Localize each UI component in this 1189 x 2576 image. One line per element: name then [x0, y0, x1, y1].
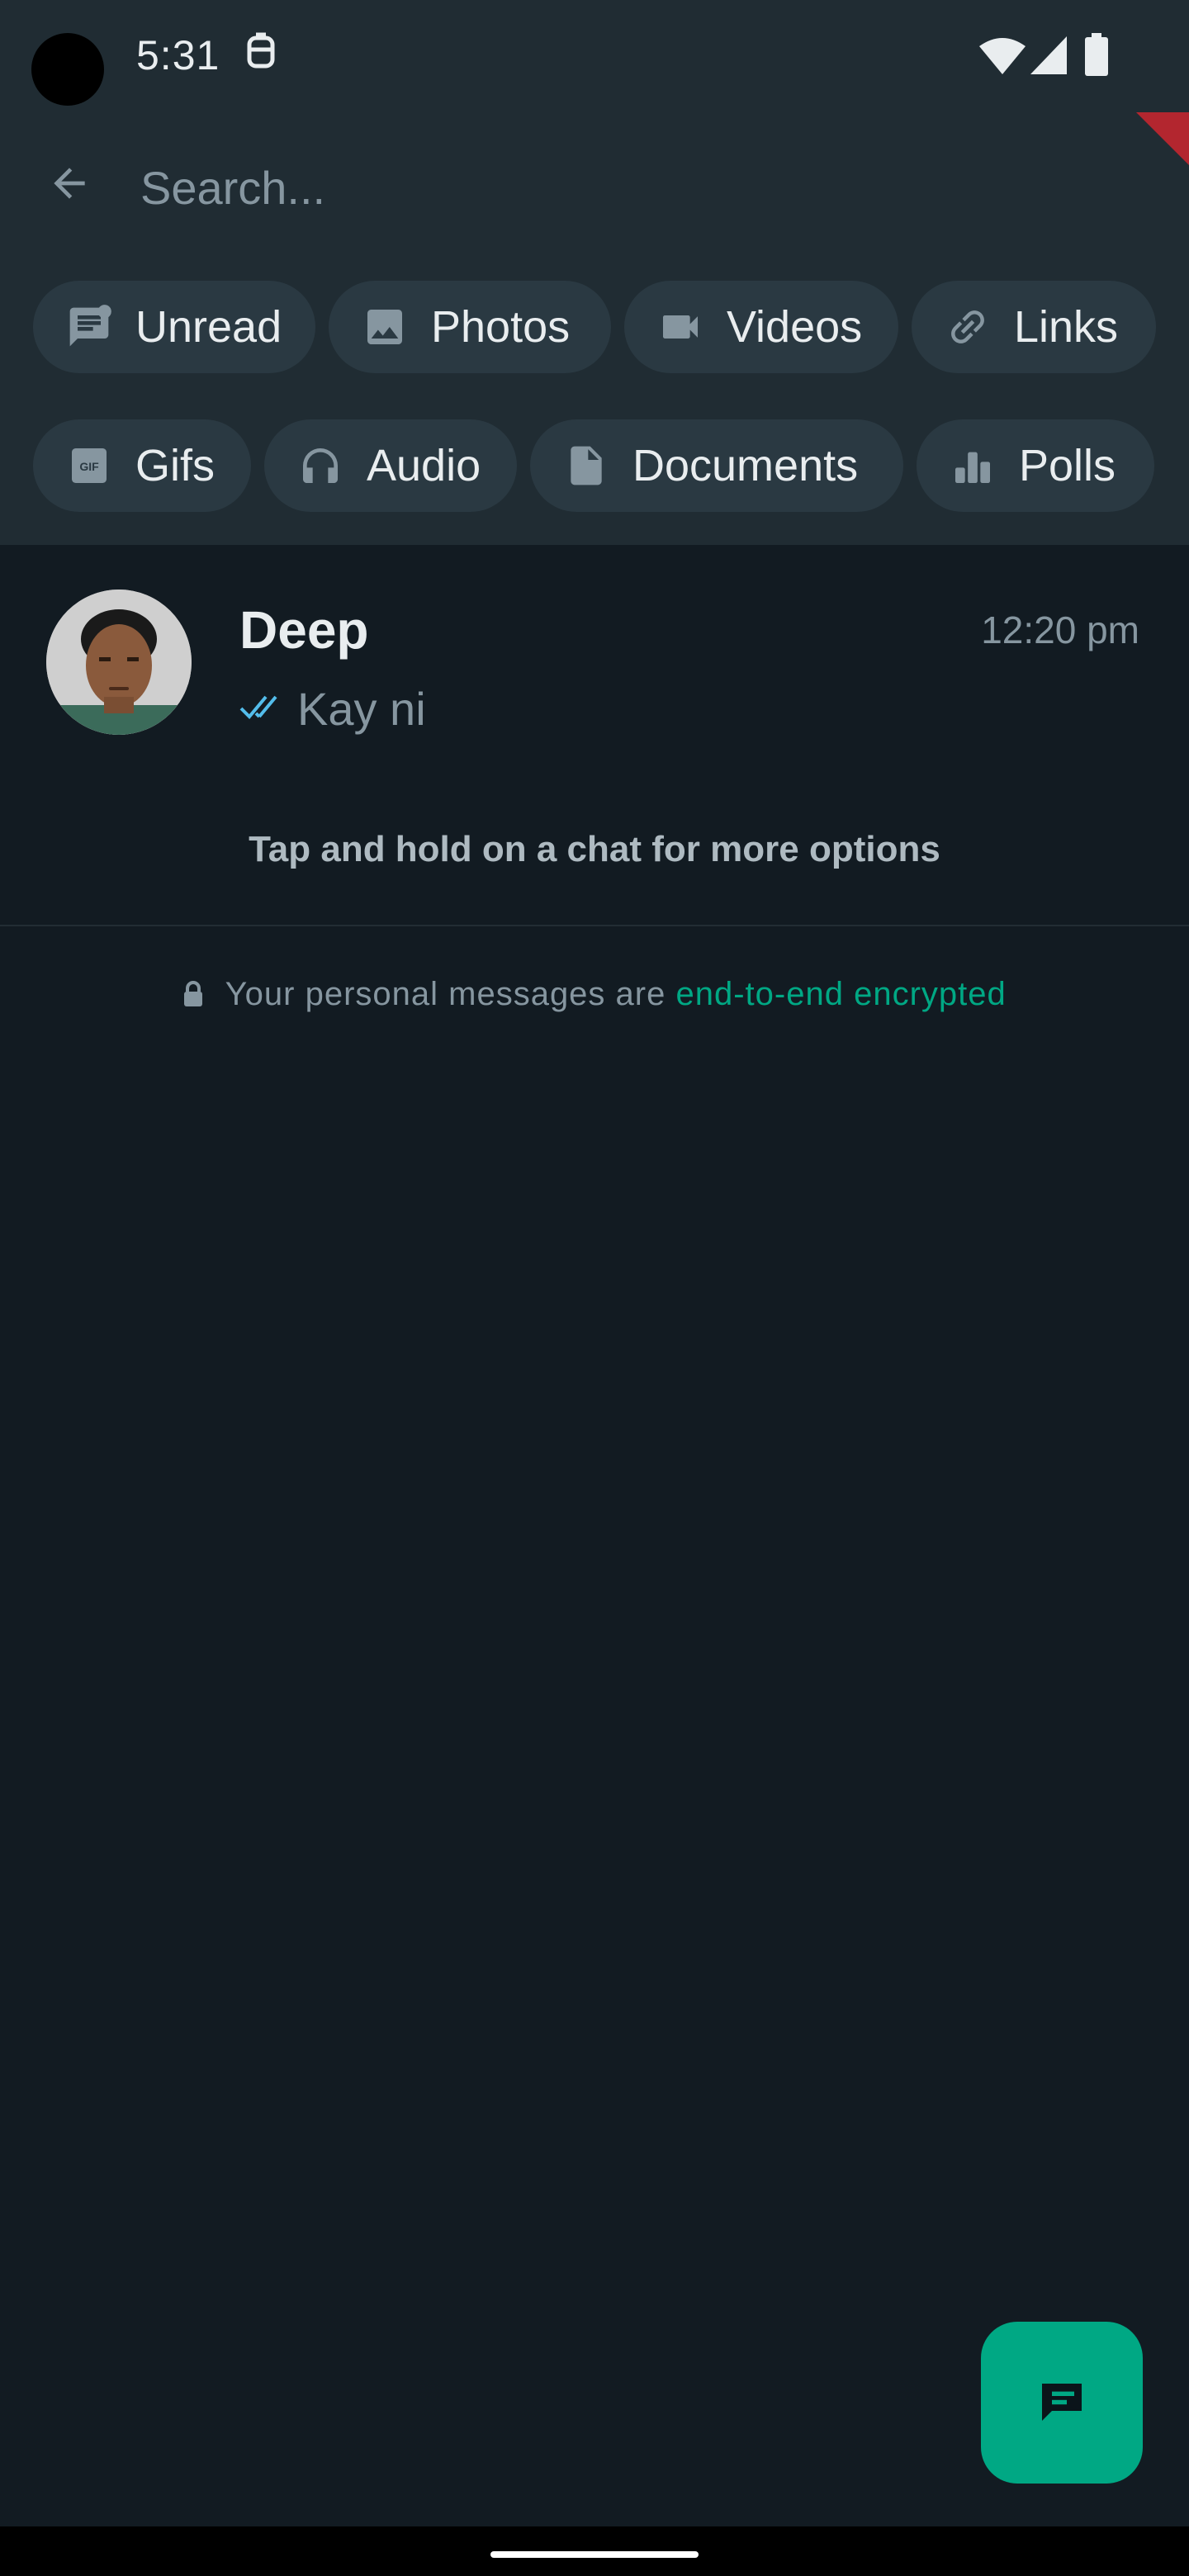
filter-chip-audio[interactable]: Audio: [264, 419, 517, 512]
filter-chip-label: Photos: [431, 302, 571, 352]
battery-icon: [1085, 33, 1108, 80]
encryption-link[interactable]: end-to-end encrypted: [675, 976, 1006, 1012]
poll-icon: [950, 443, 996, 489]
filter-chip-polls[interactable]: Polls: [917, 419, 1154, 512]
gif-icon: GIF: [66, 443, 112, 489]
filter-chip-unread[interactable]: Unread: [33, 281, 315, 373]
filter-chip-label: Links: [1014, 302, 1119, 352]
camera-cutout: [31, 33, 104, 106]
avatar[interactable]: [46, 590, 192, 735]
filter-chip-photos[interactable]: Photos: [329, 281, 611, 373]
unread-icon: [66, 304, 112, 350]
gif-icon-text: GIF: [79, 460, 99, 473]
chat-list-item[interactable]: Deep 12:20 pm Kay ni: [0, 570, 1189, 735]
status-time: 5:31: [136, 32, 220, 78]
filter-chip-label: Gifs: [135, 441, 216, 490]
wifi-icon: [979, 36, 1026, 78]
cellular-signal-icon: [1030, 36, 1067, 78]
filter-chip-label: Videos: [727, 302, 863, 352]
video-icon: [657, 304, 703, 350]
new-chat-button[interactable]: [981, 2322, 1143, 2484]
filter-chip-label: Documents: [632, 441, 859, 490]
chat-last-message: Kay ni: [297, 683, 426, 735]
divider: [0, 925, 1189, 926]
encryption-text: Your personal messages are: [225, 976, 666, 1012]
chat-options-tip: Tap and hold on a chat for more options: [249, 829, 940, 869]
chat-timestamp: 12:20 pm: [981, 608, 1139, 651]
filter-chip-documents[interactable]: Documents: [530, 419, 903, 512]
back-arrow-icon: [46, 160, 92, 211]
headphones-icon: [297, 443, 343, 489]
home-gesture-handle[interactable]: [490, 2551, 699, 2558]
filter-chip-gifs[interactable]: GIF Gifs: [33, 419, 251, 512]
new-chat-icon: [1032, 2371, 1092, 2435]
filter-chip-links[interactable]: Links: [912, 281, 1156, 373]
filter-chip-label: Polls: [1019, 441, 1116, 490]
search-input[interactable]: [139, 154, 1092, 221]
chat-name: Deep: [239, 600, 369, 660]
link-icon: [945, 304, 991, 350]
document-icon: [563, 443, 609, 489]
filter-chip-label: Audio: [367, 441, 481, 490]
encryption-notice: Your personal messages are end-to-end en…: [0, 976, 1189, 1013]
debug-corner-badge: [1136, 112, 1189, 165]
filter-chip-videos[interactable]: Videos: [624, 281, 898, 373]
lock-icon: [182, 976, 225, 1012]
notification-icon: [244, 31, 277, 77]
status-bar: 5:31: [0, 0, 1189, 109]
filter-chip-label: Unread: [135, 302, 282, 352]
read-double-tick-icon: [239, 692, 287, 726]
back-button[interactable]: [33, 149, 106, 221]
photo-icon: [362, 304, 408, 350]
